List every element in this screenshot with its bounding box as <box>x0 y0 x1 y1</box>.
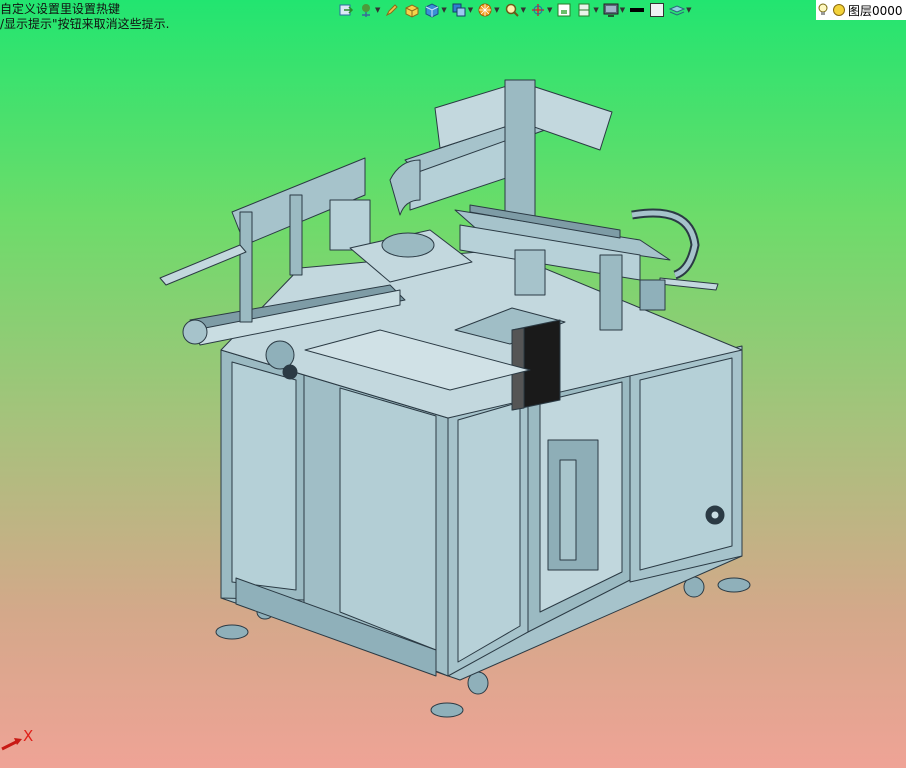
machine-model <box>159 79 751 718</box>
axis-triad-icon <box>1 738 22 751</box>
x-axis-label: X <box>23 727 34 745</box>
machine-model-viewport[interactable] <box>0 0 906 768</box>
